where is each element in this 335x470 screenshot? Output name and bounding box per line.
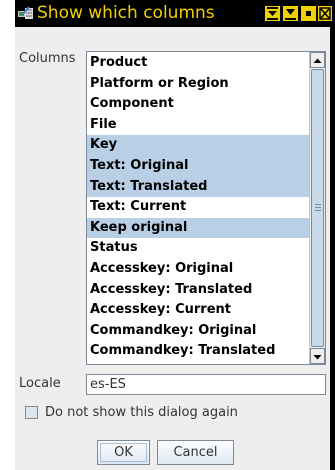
list-item[interactable]: Platform or Region [87, 74, 310, 95]
locale-input[interactable] [86, 374, 326, 395]
close-icon[interactable] [318, 6, 332, 21]
scroll-thumb[interactable] [311, 69, 324, 347]
ok-button[interactable]: OK [97, 440, 150, 465]
list-item[interactable]: Commandkey: Original [87, 321, 310, 342]
dont-show-label[interactable]: Do not show this dialog again [45, 404, 238, 422]
scroll-down-button[interactable] [310, 348, 325, 364]
list-item[interactable]: Keep original [87, 217, 310, 239]
list-item[interactable]: Component [87, 94, 310, 115]
arrow-down-icon [313, 355, 322, 360]
list-item[interactable]: Product [87, 53, 310, 74]
list-item[interactable]: File [87, 115, 310, 136]
shade-icon[interactable] [265, 6, 280, 21]
dont-show-checkbox[interactable] [25, 406, 38, 419]
scroll-up-button[interactable] [310, 52, 325, 68]
window-title: Show which columns [37, 3, 215, 23]
cancel-button[interactable]: Cancel [157, 440, 234, 465]
columns-label: Columns [19, 51, 76, 66]
ok-button-label: OK [114, 445, 133, 460]
list-item[interactable]: Accesskey: Translated [87, 280, 310, 301]
screen: Show which columns Columns Product Platf… [0, 0, 335, 470]
title-bar[interactable]: Show which columns [15, 0, 335, 27]
list-item[interactable]: Accesskey: Original [87, 259, 310, 280]
columns-list[interactable]: Product Platform or Region Component File Ke… [86, 51, 326, 365]
list-item[interactable]: Commandkey: Translated [87, 341, 310, 362]
list-item[interactable]: Status [87, 238, 310, 259]
list-item[interactable]: Key [87, 135, 310, 156]
dialog-body: Columns Product Platform or Region Compone… [15, 27, 330, 470]
app-icon[interactable] [17, 5, 34, 22]
dialog-window: Show which columns Columns Product Platf… [15, 0, 335, 470]
list-item[interactable]: Text: Translated [87, 176, 310, 198]
list-item[interactable]: Accesskey: Current [87, 300, 310, 321]
columns-list-items: Product Platform or Region Component File Ke… [87, 53, 310, 362]
arrow-up-icon [313, 58, 322, 63]
maximize-icon[interactable] [283, 6, 298, 21]
list-item[interactable]: Text: Original [87, 155, 310, 177]
cancel-button-label: Cancel [173, 445, 218, 460]
locale-label: Locale [19, 376, 61, 391]
columns-scrollbar[interactable] [309, 52, 325, 364]
minimize-icon[interactable] [301, 6, 316, 21]
list-item[interactable]: Text: Current [87, 197, 310, 218]
